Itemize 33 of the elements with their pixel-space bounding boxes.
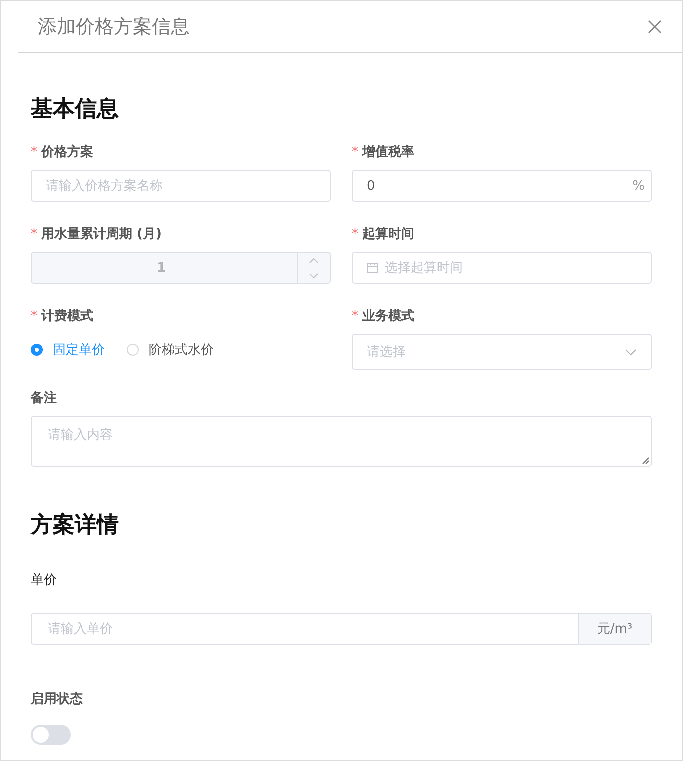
- input-field[interactable]: 请输入价格方案名称: [31, 170, 331, 202]
- field-label: 增值税率: [362, 145, 414, 160]
- price-input[interactable]: 请输入单价 元/m³: [31, 613, 652, 645]
- field-label: 业务模式: [362, 309, 414, 324]
- required-asterisk: *: [352, 227, 358, 242]
- unit-addon: 元/m³: [578, 614, 651, 644]
- resize-handle-icon[interactable]: [642, 457, 650, 465]
- toggle-switch[interactable]: [31, 725, 71, 745]
- section-title: 基本信息: [31, 96, 120, 124]
- field-label: 启用状态: [31, 690, 84, 709]
- select-field[interactable]: 请选择: [352, 334, 652, 370]
- field-label: 备注: [31, 391, 57, 406]
- textarea-field[interactable]: 请输入内容: [31, 416, 652, 467]
- required-asterisk: *: [352, 145, 358, 160]
- input-field[interactable]: 0 %: [352, 170, 652, 202]
- calendar-icon: [367, 262, 379, 274]
- field-label: 用水量累计周期 (月): [42, 227, 162, 242]
- field-label: 价格方案: [42, 145, 94, 160]
- percent-suffix: %: [632, 178, 645, 194]
- date-picker[interactable]: 选择起算时间: [352, 252, 652, 284]
- radio-option[interactable]: 固定单价: [31, 341, 105, 359]
- chevron-down-icon: [625, 348, 637, 356]
- field-label: 起算时间: [362, 227, 414, 242]
- required-asterisk: *: [31, 227, 38, 242]
- required-asterisk: *: [31, 309, 38, 324]
- radio-option[interactable]: 阶梯式水价: [127, 341, 214, 359]
- field-label: 计费模式: [42, 309, 94, 324]
- close-icon[interactable]: [648, 20, 662, 34]
- dialog-title: 添加价格方案信息: [38, 14, 190, 40]
- required-asterisk: *: [352, 309, 358, 324]
- required-asterisk: *: [31, 145, 38, 160]
- field-label: 单价: [31, 572, 58, 590]
- section-title: 方案详情: [31, 512, 120, 540]
